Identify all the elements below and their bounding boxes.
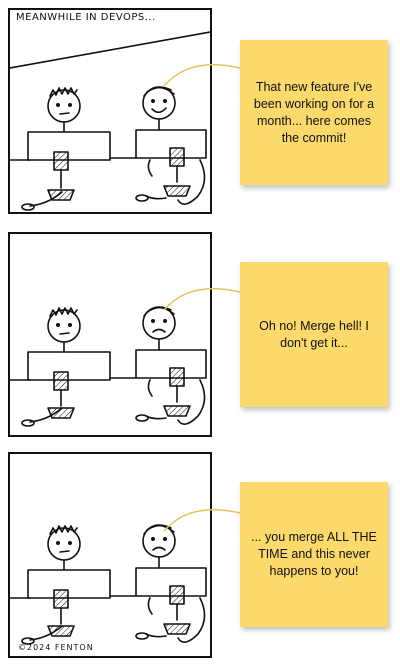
sticky-note-3: ... you merge ALL THE TIME and this neve… [240, 482, 388, 627]
panel-1-drawing [10, 31, 210, 211]
comic-panel-2 [8, 232, 212, 437]
speech-pointer-2 [163, 287, 241, 311]
panel-3-drawing [10, 524, 207, 645]
speech-pointer-1 [163, 63, 241, 87]
left-coworker [47, 87, 81, 133]
comic-panel-1: MEANWHILE IN DEVOPS... [8, 8, 212, 214]
sticky-note-1: That new feature I've been working on fo… [240, 40, 388, 185]
panel-2-drawing [10, 306, 207, 427]
sticky-note-1-text: That new feature I've been working on fo… [253, 79, 375, 145]
sticky-note-2: Oh no! Merge hell! I don't get it... [240, 262, 388, 407]
comic-panel-3: ©2024 FENTON [8, 452, 212, 658]
sticky-note-3-text: ... you merge ALL THE TIME and this neve… [251, 530, 377, 578]
sticky-note-2-text: Oh no! Merge hell! I don't get it... [259, 318, 369, 350]
comic-caption: MEANWHILE IN DEVOPS... [16, 12, 156, 23]
speech-pointer-3 [163, 508, 241, 532]
copyright-text: ©2024 FENTON [18, 643, 94, 652]
